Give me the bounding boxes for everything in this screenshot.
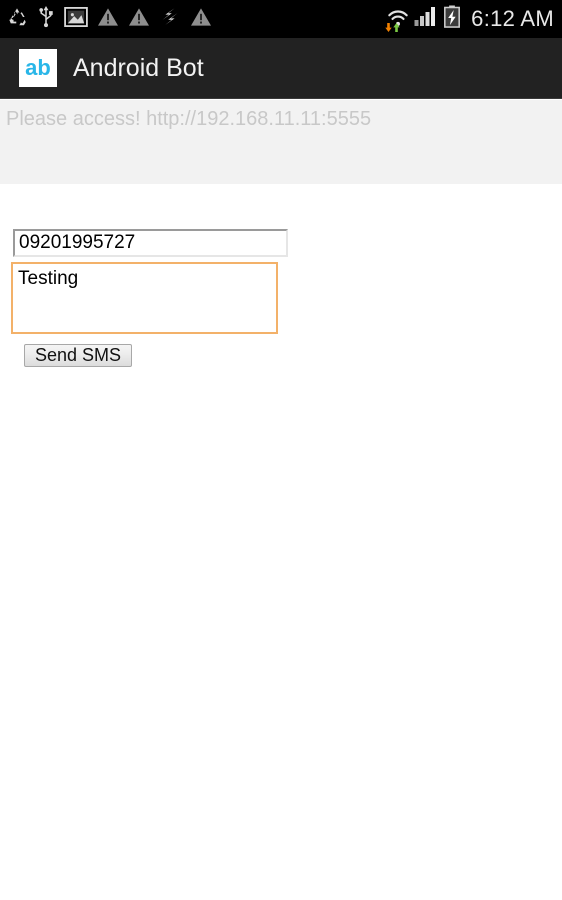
access-url-notice: Please access! http://192.168.11.11:5555 [6, 108, 372, 130]
app-icon-label: ab [25, 55, 51, 80]
send-sms-button[interactable]: Send SMS [24, 344, 133, 367]
phone-number-input[interactable] [13, 229, 288, 257]
battery-charging-icon [443, 5, 461, 33]
message-body-input[interactable] [11, 262, 278, 334]
usb-icon [37, 5, 55, 33]
warning-icon [190, 7, 212, 32]
status-bar-clock: 6:12 AM [471, 6, 554, 31]
data-transfer-icon [159, 6, 181, 32]
page-title: Android Bot [73, 53, 204, 82]
image-icon [64, 6, 88, 32]
app-icon: ab [19, 49, 57, 87]
app-title-bar: ab Android Bot [0, 38, 562, 99]
signal-icon [414, 6, 438, 32]
wifi-icon [385, 8, 409, 32]
warning-icon [97, 7, 119, 32]
warning-icon [128, 7, 150, 32]
status-bar-right-icons: 6:12 AM [385, 5, 554, 33]
notice-band: Please access! http://192.168.11.11:5555 [0, 100, 562, 184]
sms-form: Send SMS [0, 184, 562, 900]
recycle-icon [6, 6, 28, 33]
status-bar-left-icons [6, 5, 212, 33]
status-bar: 6:12 AM [0, 0, 562, 38]
data-activity-arrows-icon [385, 23, 400, 32]
